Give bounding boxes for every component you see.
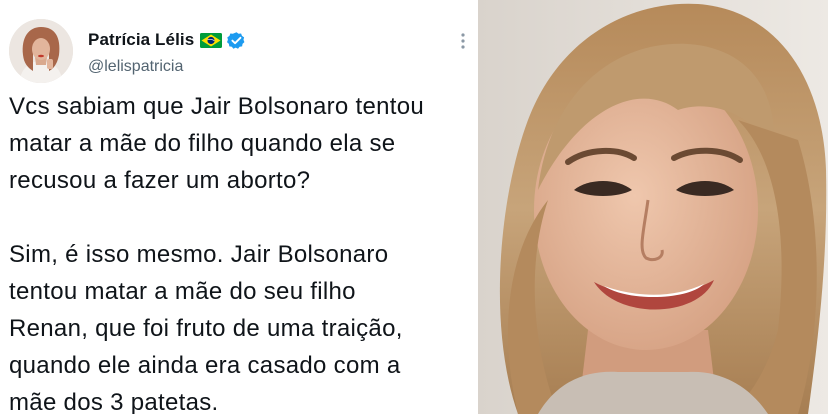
tweet-card[interactable]: Patrícia Lélis @lelispatricia Vcs sabiam… xyxy=(0,0,478,414)
more-options-icon[interactable] xyxy=(458,31,468,51)
display-name-row[interactable]: Patrícia Lélis xyxy=(88,29,246,51)
tweet-text: Vcs sabiam que Jair Bolsonaro tentou mat… xyxy=(9,93,425,414)
portrait-photo xyxy=(478,0,828,414)
avatar[interactable] xyxy=(9,19,73,83)
display-name[interactable]: Patrícia Lélis xyxy=(88,30,194,50)
user-handle[interactable]: @lelispatricia xyxy=(88,58,183,76)
brazil-flag-icon xyxy=(200,32,223,48)
verified-badge-icon xyxy=(227,31,245,49)
